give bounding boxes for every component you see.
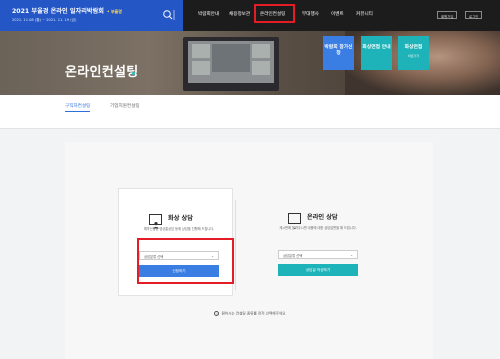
event-date: 2021. 11.08 (월) ~ 2021. 11. 19 (금) — [12, 18, 77, 22]
nav-highlight-outline — [254, 4, 295, 23]
signup-button[interactable]: 회원가입 — [437, 11, 458, 19]
fair-apply-button[interactable]: 박람회 참가신청 — [323, 36, 354, 70]
online-category-select[interactable]: 상담분류 선택 ⌄ — [278, 250, 358, 259]
video-tile — [192, 61, 210, 75]
online-consult-title: 온라인 상담 — [307, 214, 338, 221]
video-consult-title: 화상 상담 — [168, 215, 193, 222]
region-badge: • 부울경 — [107, 9, 122, 14]
nav-fair-info[interactable]: 박람회안내 — [198, 11, 219, 17]
select-highlight-outline — [137, 238, 234, 284]
video-interview-guide-button[interactable]: 화상면접 안내 — [361, 36, 392, 70]
top-header: 2021 부울경 온라인 일자리박람회 • 부울경 2021. 11.08 (월)… — [0, 0, 500, 31]
chevron-down-icon: ⌄ — [350, 253, 353, 258]
card-divider — [235, 200, 236, 290]
video-tile — [252, 61, 270, 75]
site-title[interactable]: 2021 부울경 온라인 일자리박람회 • 부울경 — [12, 6, 122, 15]
info-icon: ! — [214, 311, 220, 316]
nav-jobs[interactable]: 채용정보관 — [229, 11, 250, 17]
video-person-icon — [149, 214, 162, 229]
online-consult-description: 게시판에 올려주시면 내용에 대한 상담답변을 해 드립니다. — [279, 226, 357, 230]
tab-bar: 구직자컨설팅 기업지원컨설팅 — [0, 95, 500, 129]
video-tile — [252, 44, 270, 58]
tab-company-consulting[interactable]: 기업지원컨설팅 — [110, 103, 140, 109]
video-tile — [192, 44, 210, 58]
video-interview-shortcut-button[interactable]: 화상면접 바로가기 — [398, 36, 429, 70]
online-write-button[interactable]: 상담글 작성하기 — [278, 264, 358, 276]
title-accent-dot — [132, 72, 135, 75]
video-consult-description: 예약신청된 영상통상담 등에 상담을 진행해 드립니다. — [143, 227, 215, 231]
search-icon[interactable] — [162, 9, 175, 21]
nav-event[interactable]: 이벤트 — [331, 11, 344, 17]
nav-community[interactable]: 커뮤니티 — [356, 11, 373, 17]
page-title: 온라인컨설팅 — [65, 65, 139, 80]
tab-jobseeker-consulting[interactable]: 구직자컨설팅 — [65, 103, 91, 112]
video-tile — [212, 44, 250, 72]
brand-area[interactable]: 2021 부울경 온라인 일자리박람회 • 부울경 2021. 11.08 (월)… — [0, 0, 183, 31]
login-button[interactable]: 로그인 — [465, 11, 483, 19]
notice-text: ! 원하시는 컨설팅 종류를 먼저 선택해주세요 — [214, 311, 286, 316]
nav-side-events[interactable]: 부대행사 — [302, 11, 319, 17]
online-consult-card: 온라인 상담 게시판에 올려주시면 내용에 대한 상담답변을 해 드립니다. 상… — [258, 188, 373, 296]
computer-icon — [288, 213, 301, 229]
